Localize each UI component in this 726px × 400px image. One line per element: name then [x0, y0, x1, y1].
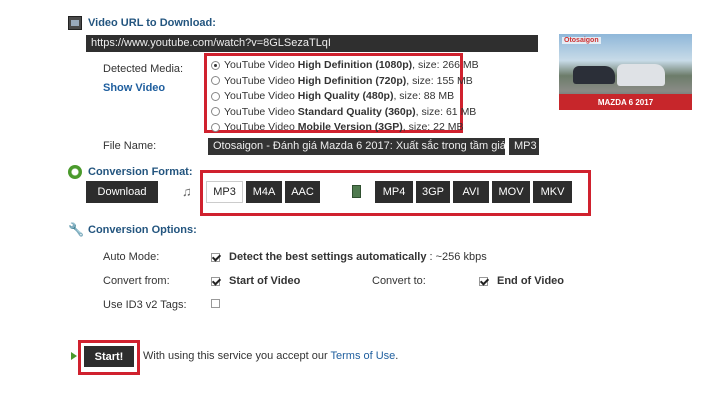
media-option-size: , size: 61 MB	[415, 105, 477, 118]
file-name-input[interactable]: Otosaigon - Đánh giá Mazda 6 2017: Xuất …	[208, 138, 505, 155]
audio-format-aac-button[interactable]: AAC	[285, 181, 320, 203]
media-option-radio[interactable]	[211, 91, 220, 101]
media-option-prefix: YouTube Video	[224, 90, 298, 102]
auto-mode-checkbox[interactable]	[211, 252, 220, 262]
media-option-quality: Mobile Version (3GP)	[297, 121, 403, 133]
media-option[interactable]: YouTube Video Mobile Version (3GP), size…	[211, 120, 464, 134]
convert-from-checkbox[interactable]	[211, 276, 220, 286]
media-option-radio[interactable]	[211, 122, 220, 132]
terms-end: .	[395, 350, 399, 362]
video-format-mkv-button[interactable]: MKV	[533, 181, 572, 203]
download-button[interactable]: Download	[86, 181, 158, 203]
terms-of-use-link[interactable]: Terms of Use	[331, 350, 396, 362]
convert-from-label: Convert from:	[103, 275, 170, 287]
media-option-label: YouTube Video High Definition (1080p), s…	[224, 59, 479, 71]
video-url-title: Video URL to Download:	[88, 17, 216, 29]
media-option[interactable]: YouTube Video High Quality (480p), size:…	[211, 89, 461, 103]
audio-format-m4a-button[interactable]: M4A	[246, 181, 282, 203]
convert-to-checkbox[interactable]	[479, 276, 488, 286]
audio-format-mp3-button[interactable]: MP3	[206, 181, 243, 203]
video-format-mov-button[interactable]: MOV	[492, 181, 530, 203]
video-thumbnail[interactable]: Otosaigon MAZDA 6 2017	[559, 34, 692, 110]
video-format-group: MP4 3GP AVI MOV MKV	[375, 181, 572, 203]
id3-label: Use ID3 v2 Tags:	[103, 299, 187, 311]
conversion-options-title-row: 🔧 Conversion Options:	[68, 223, 197, 237]
video-url-title-row: Video URL to Download:	[68, 16, 216, 30]
media-option-prefix: YouTube Video	[224, 59, 298, 71]
media-option[interactable]: YouTube Video Standard Quality (360p), s…	[211, 105, 476, 119]
convert-to-label: Convert to:	[372, 275, 426, 287]
music-note-icon: ♫	[182, 184, 192, 199]
convert-from-option: Start of Video	[211, 275, 300, 287]
video-format-3gp-button[interactable]: 3GP	[416, 181, 450, 203]
show-video-link[interactable]: Show Video	[103, 82, 165, 94]
media-option-prefix: YouTube Video	[224, 105, 298, 118]
film-icon	[68, 16, 82, 30]
start-button[interactable]: Start!	[84, 346, 134, 367]
media-option-quality: High Quality (480p)	[297, 90, 394, 102]
media-option-quality: High Definition (1080p)	[297, 59, 413, 71]
video-film-icon	[352, 185, 361, 198]
media-option-radio[interactable]	[211, 107, 220, 116]
auto-mode-text: Detect the best settings automatically	[229, 251, 427, 263]
file-name-label: File Name:	[103, 140, 157, 152]
id3-checkbox[interactable]	[211, 299, 220, 308]
media-option-label: YouTube Video High Quality (480p), size:…	[224, 90, 454, 102]
conversion-format-title-row: Conversion Format:	[68, 165, 193, 179]
media-option-quality: Standard Quality (360p)	[297, 105, 416, 118]
media-option-prefix: YouTube Video	[224, 121, 298, 133]
media-option[interactable]: YouTube Video High Definition (1080p), s…	[211, 58, 479, 72]
thumbnail-caption: MAZDA 6 2017	[559, 94, 692, 110]
terms-text: With using this service you accept our	[143, 350, 331, 362]
media-option-size: , size: 155 MB	[406, 74, 473, 87]
terms-notice: With using this service you accept our T…	[143, 350, 398, 362]
refresh-icon	[68, 165, 82, 179]
media-option[interactable]: YouTube Video High Definition (720p), si…	[211, 74, 473, 88]
car-white-image	[617, 64, 665, 86]
wrench-icon: 🔧	[68, 222, 85, 237]
conversion-format-title: Conversion Format:	[88, 166, 193, 178]
video-url-input[interactable]: https://www.youtube.com/watch?v=8GLSezaT…	[86, 35, 538, 52]
media-option-size: , size: 88 MB	[393, 90, 455, 102]
file-extension: MP3	[509, 138, 539, 155]
thumbnail-logo: Otosaigon	[562, 37, 601, 44]
arrow-right-icon	[71, 352, 77, 360]
media-option-label: YouTube Video Mobile Version (3GP), size…	[224, 121, 464, 133]
media-option-radio[interactable]	[211, 76, 220, 85]
video-format-avi-button[interactable]: AVI	[453, 181, 489, 203]
car-dark-image	[573, 66, 615, 84]
id3-option	[211, 299, 220, 308]
media-option-size: , size: 266 MB	[412, 59, 479, 71]
media-option-radio[interactable]	[211, 60, 220, 70]
conversion-options-title: Conversion Options:	[88, 224, 197, 236]
auto-mode-option: Detect the best settings automatically :…	[211, 251, 487, 263]
convert-from-value: Start of Video	[229, 275, 301, 287]
media-option-quality: High Definition (720p)	[297, 74, 407, 87]
media-options-list: YouTube Video High Definition (1080p), s…	[211, 58, 479, 136]
audio-format-group: MP3 M4A AAC	[206, 181, 320, 203]
auto-mode-bitrate: : ~256 kbps	[426, 251, 487, 263]
convert-to-option: End of Video	[479, 275, 564, 287]
auto-mode-label: Auto Mode:	[103, 251, 160, 263]
media-option-prefix: YouTube Video	[224, 74, 298, 87]
video-format-mp4-button[interactable]: MP4	[375, 181, 413, 203]
convert-to-value: End of Video	[497, 275, 565, 287]
media-option-label: YouTube Video High Definition (720p), si…	[224, 75, 473, 87]
media-option-size: , size: 22 MB	[402, 121, 464, 133]
media-option-label: YouTube Video Standard Quality (360p), s…	[224, 106, 476, 118]
detected-media-label: Detected Media:	[103, 63, 184, 75]
